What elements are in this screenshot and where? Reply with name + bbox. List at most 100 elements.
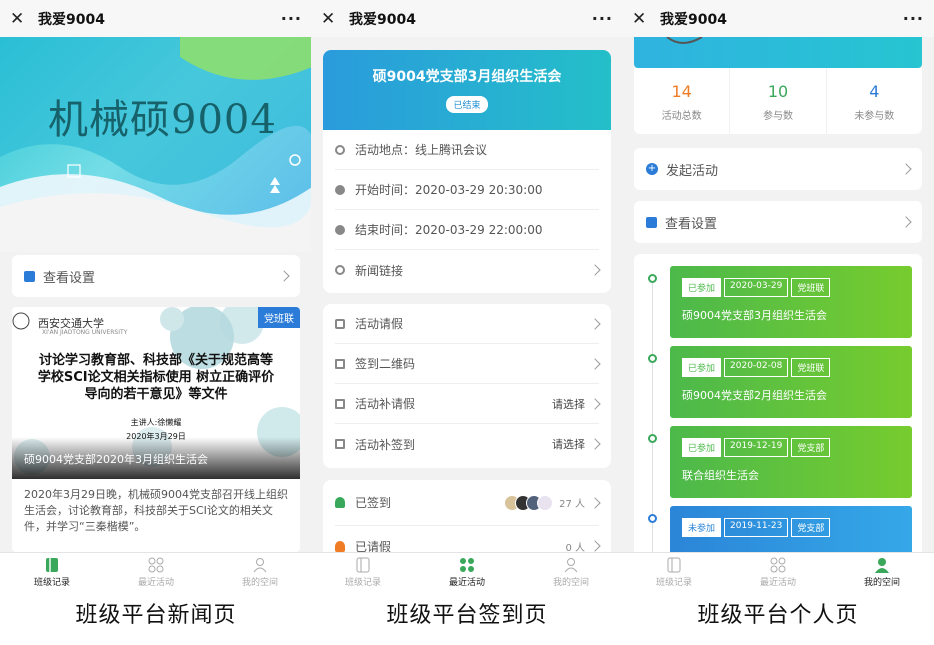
tab-recent-activities[interactable]: 最近活动 bbox=[726, 553, 830, 592]
qrcode-icon bbox=[335, 358, 345, 369]
headline-line: 导向的若干意见》等文件 bbox=[84, 387, 228, 402]
menu-label: 活动请假 bbox=[355, 317, 404, 331]
end-time-row: 结束时间： 2020-03-29 22:00:00 bbox=[335, 210, 599, 250]
news-link-label: 新闻链接 bbox=[355, 263, 404, 278]
activity-timeline: 已参加 2020-03-29 党班联 硕9004党支部3月组织生活会 已参加 2… bbox=[634, 254, 922, 552]
status-tag: 已参加 bbox=[682, 358, 722, 377]
timeline-dot bbox=[648, 434, 657, 443]
hero-banner: 机械硕9004 bbox=[0, 37, 312, 252]
news-link-row[interactable]: 新闻链接 bbox=[335, 250, 601, 290]
headline-line: 讨论学习教育部、科技部《关于规范高等 bbox=[38, 353, 273, 368]
timeline-line bbox=[652, 276, 653, 552]
pencil-icon bbox=[335, 439, 345, 449]
tab-bar: 班级记录 最近活动 我的空间 bbox=[622, 552, 934, 592]
view-settings-label: 查看设置 bbox=[43, 270, 96, 286]
chevron-right-icon bbox=[589, 357, 601, 370]
app-title: 我爱9004 bbox=[660, 11, 727, 28]
tag-group: 已参加 2020-03-29 党班联 bbox=[682, 278, 900, 297]
settings-icon bbox=[646, 216, 657, 228]
tab-my-space[interactable]: 我的空间 bbox=[208, 553, 312, 592]
menu-item-makeup-checkin[interactable]: 活动补签到 请选择 bbox=[335, 424, 601, 464]
more-icon[interactable]: ··· bbox=[903, 9, 924, 28]
menu-item-makeup-leave[interactable]: 活动补请假 请选择 bbox=[335, 384, 601, 424]
action-menu: 活动请假 签到二维码 活动补请假 请选择 活动补签到 请选择 bbox=[323, 304, 611, 468]
tab-my-space[interactable]: 我的空间 bbox=[830, 553, 934, 592]
user-icon bbox=[253, 558, 267, 573]
timeline-item[interactable]: 已参加 2020-03-29 党班联 硕9004党支部3月组织生活会 bbox=[670, 266, 912, 338]
person-icon bbox=[335, 540, 345, 552]
view-settings-row[interactable]: 查看设置 bbox=[12, 255, 300, 297]
activity-name: 硕9004党支部3月组织生活会 bbox=[682, 309, 827, 322]
event-card: 硕9004党支部3月组织生活会 已结束 活动地点： 线上腾讯会议 开始时间： 2… bbox=[323, 50, 611, 293]
date-tag: 2020-03-29 bbox=[724, 278, 789, 297]
close-icon[interactable]: ✕ bbox=[10, 9, 30, 29]
menu-label: 签到二维码 bbox=[355, 357, 416, 371]
menu-label: 活动补请假 bbox=[355, 397, 416, 411]
stats-card: 14 活动总数 10 参与数 4 未参与数 bbox=[634, 68, 922, 134]
org-tag: 党支部 bbox=[791, 518, 831, 537]
timeline-item[interactable]: 已参加 2019-12-19 党支部 联合组织生活会 bbox=[670, 426, 912, 498]
menu-label: 活动补签到 bbox=[355, 437, 416, 452]
app-title: 我爱9004 bbox=[349, 11, 416, 28]
org-tag: 党支部 bbox=[791, 438, 831, 457]
link-icon bbox=[335, 265, 345, 275]
org-tag: 党班联 bbox=[791, 278, 831, 297]
chevron-right-icon bbox=[589, 496, 601, 509]
timeline-item[interactable]: 未参加 2019-11-23 党支部 bbox=[670, 506, 912, 552]
stat-total: 14 活动总数 bbox=[634, 68, 731, 134]
tab-recent-activities[interactable]: 最近活动 bbox=[104, 553, 208, 592]
app-title: 我爱9004 bbox=[38, 11, 105, 28]
tab-class-records[interactable]: 班级记录 bbox=[311, 553, 415, 592]
profile-banner bbox=[634, 37, 922, 68]
phone-news: ✕ 我爱9004 ··· 机械硕9004 查看设置 党班联 西安交通大学 XI'… bbox=[0, 0, 312, 592]
tab-class-records[interactable]: 班级记录 bbox=[622, 553, 726, 592]
signed-label: 已签到 bbox=[355, 496, 392, 510]
clock-icon bbox=[335, 224, 345, 235]
launch-label: 发起活动 bbox=[666, 163, 719, 179]
leave-icon bbox=[335, 318, 345, 329]
tab-class-records[interactable]: 班级记录 bbox=[0, 553, 104, 592]
signed-row[interactable]: 已签到 27 人 bbox=[335, 480, 601, 526]
start-label: 开始时间： bbox=[355, 183, 416, 197]
status-tag: 已参加 bbox=[682, 438, 722, 457]
grid-icon bbox=[148, 557, 164, 573]
event-title: 硕9004党支部3月组织生活会 bbox=[372, 69, 562, 85]
news-card[interactable]: 党班联 西安交通大学 XI'AN JIAOTONG UNIVERSITY 讨论学… bbox=[12, 307, 300, 552]
clock-icon bbox=[335, 184, 345, 195]
tab-bar: 班级记录 最近活动 我的空间 bbox=[311, 552, 623, 592]
avatar-group bbox=[504, 494, 554, 511]
avatar-edge-icon bbox=[666, 37, 703, 44]
news-tag: 党班联 bbox=[258, 307, 300, 328]
signed-count: 27 人 bbox=[559, 499, 585, 510]
tag-group: 已参加 2019-12-19 党支部 bbox=[682, 438, 900, 457]
launch-activity-row[interactable]: + 发起活动 bbox=[634, 148, 922, 190]
start-value: 2020-03-29 20:30:00 bbox=[415, 182, 543, 197]
location-label: 活动地点： bbox=[355, 143, 416, 157]
tab-my-space[interactable]: 我的空间 bbox=[519, 553, 623, 592]
chevron-right-icon bbox=[589, 397, 601, 410]
speaker: 主讲人:徐懒耀 bbox=[130, 418, 182, 427]
edit-icon bbox=[335, 398, 345, 409]
close-icon[interactable]: ✕ bbox=[632, 9, 652, 29]
stat-label: 未参与数 bbox=[854, 111, 895, 122]
more-icon[interactable]: ··· bbox=[281, 9, 302, 28]
stat-number: 10 bbox=[767, 82, 789, 101]
settings-icon bbox=[24, 270, 35, 282]
close-icon[interactable]: ✕ bbox=[321, 9, 341, 29]
book-icon bbox=[46, 558, 58, 572]
date-tag: 2019-12-19 bbox=[724, 438, 789, 457]
leave-row[interactable]: 已请假 0 人 bbox=[335, 526, 601, 552]
stat-number: 14 bbox=[671, 82, 692, 101]
hero-title: 机械硕9004 bbox=[48, 97, 277, 143]
top-bar: ✕ 我爱9004 ··· bbox=[622, 0, 934, 37]
menu-item-leave[interactable]: 活动请假 bbox=[335, 304, 601, 344]
option-value: 请选择 bbox=[552, 438, 585, 451]
view-settings-row[interactable]: 查看设置 bbox=[634, 201, 922, 243]
location-row: 活动地点： 线上腾讯会议 bbox=[335, 130, 599, 170]
menu-item-qrcode[interactable]: 签到二维码 bbox=[335, 344, 601, 384]
tab-recent-activities[interactable]: 最近活动 bbox=[415, 553, 519, 592]
timeline-item[interactable]: 已参加 2020-02-08 党班联 硕9004党支部2月组织生活会 bbox=[670, 346, 912, 418]
tab-label: 班级记录 bbox=[655, 578, 692, 588]
timeline-dot bbox=[648, 274, 657, 283]
more-icon[interactable]: ··· bbox=[592, 9, 613, 28]
